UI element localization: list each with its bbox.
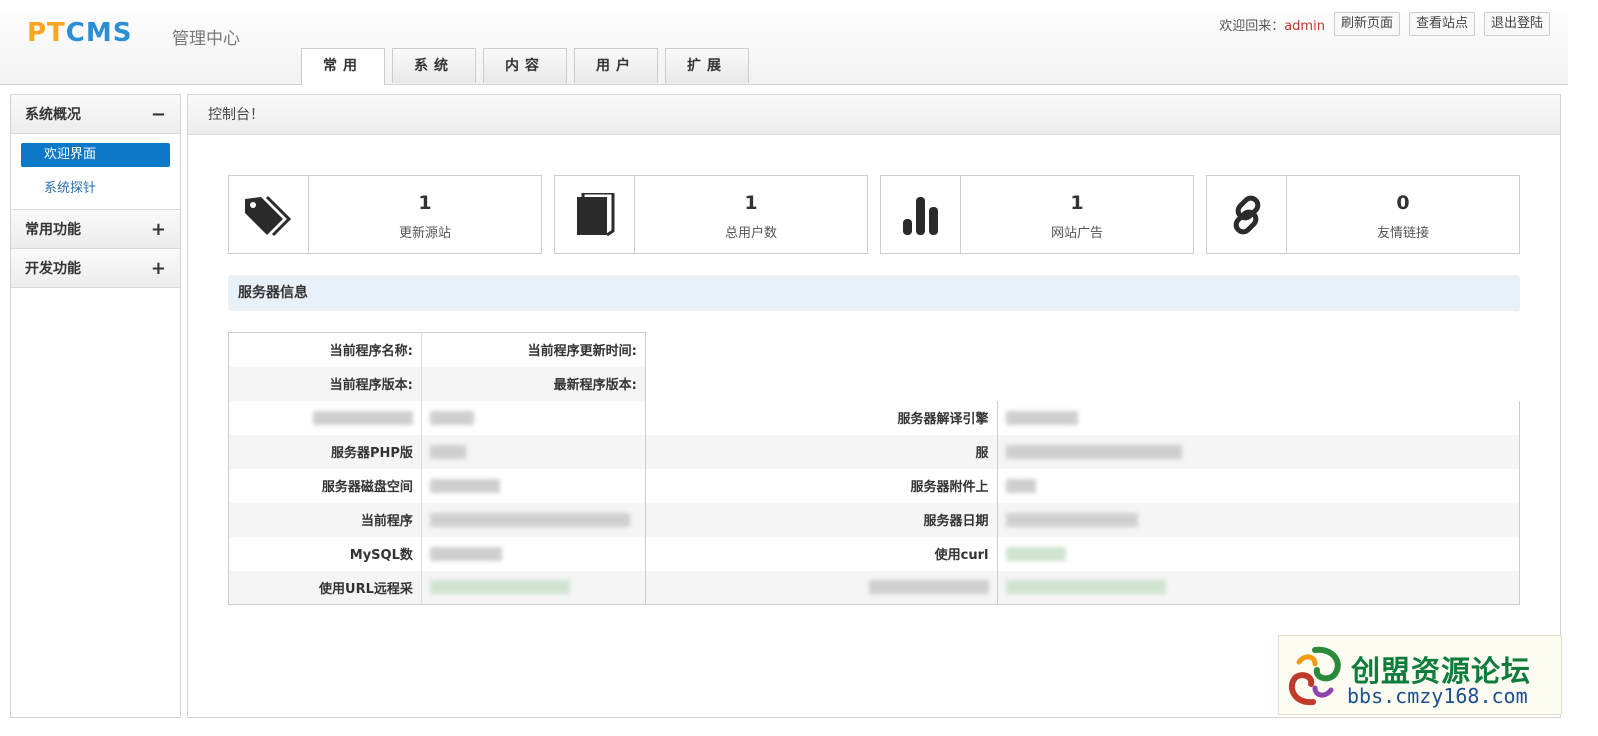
username-link[interactable]: admin	[1284, 19, 1325, 34]
swirl-logo-icon	[1288, 646, 1341, 706]
main-panel: 控制台！ 1 更新源站 1 总用户数 1 网站广告 0 友情链接 服务器信息 当…	[187, 94, 1561, 718]
server-info-table: 当前程序名称: 当前程序更新时间: 当前程序版本: 最新程序版本: 服务器解译引…	[228, 332, 1521, 605]
sidebar: 系统概况 − 欢迎界面 系统探针 常用功能 + 开发功能 +	[10, 94, 181, 718]
logo-subtitle: 管理中心	[172, 29, 240, 49]
link-icon	[1207, 176, 1287, 253]
tab-extensions[interactable]: 扩展	[665, 48, 749, 83]
sidebar-group-title: 开发功能	[25, 261, 81, 277]
welcome-text: 欢迎回来：admin	[1219, 18, 1325, 34]
book-icon	[555, 176, 635, 253]
table-row: MySQL数 使用curl	[228, 536, 1521, 571]
stat-card-links[interactable]: 0 友情链接	[1206, 175, 1520, 254]
watermark-logo: 创盟资源论坛 bbs.cmzy168.com	[1278, 635, 1562, 715]
sidebar-group-title: 系统概况	[25, 107, 81, 123]
stat-label: 友情链接	[1376, 226, 1429, 241]
tab-content[interactable]: 内容	[483, 48, 567, 83]
sidebar-group-common[interactable]: 常用功能 +	[11, 210, 180, 249]
server-info-title: 服务器信息	[228, 275, 1520, 311]
table-row: 当前程序版本: 最新程序版本:	[228, 366, 1520, 401]
sidebar-item-probe[interactable]: 系统探针	[21, 177, 170, 201]
sidebar-group-dev[interactable]: 开发功能 +	[11, 249, 180, 288]
tab-system[interactable]: 系统	[392, 48, 476, 83]
watermark-url: bbs.cmzy168.com	[1347, 684, 1528, 708]
expand-icon[interactable]: +	[151, 258, 166, 279]
stat-card-sources[interactable]: 1 更新源站	[228, 175, 542, 254]
sidebar-items: 欢迎界面 系统探针	[11, 134, 180, 210]
tag-icon	[229, 176, 309, 253]
stat-cards: 1 更新源站 1 总用户数 1 网站广告 0 友情链接	[228, 175, 1520, 254]
table-row: 当前程序 服务器日期	[228, 502, 1521, 537]
stat-card-ads[interactable]: 1 网站广告	[880, 175, 1194, 254]
table-row: 服务器磁盘空间 服务器附件上	[228, 468, 1521, 503]
stat-value: 1	[1070, 192, 1084, 214]
expand-icon[interactable]: +	[151, 219, 166, 240]
collapse-icon[interactable]: −	[151, 104, 166, 125]
sidebar-group-overview[interactable]: 系统概况 −	[11, 95, 180, 134]
stat-value: 1	[744, 192, 758, 214]
stat-card-users[interactable]: 1 总用户数	[554, 175, 868, 254]
stat-label: 网站广告	[1050, 226, 1103, 241]
top-header: PTCMS 管理中心 欢迎回来：admin 刷新页面 查看站点 退出登陆 常用 …	[0, 0, 1568, 85]
logo: PTCMS	[27, 18, 133, 48]
table-row: 当前程序名称: 当前程序更新时间:	[228, 332, 1520, 367]
refresh-page-button[interactable]: 刷新页面	[1333, 12, 1400, 36]
stat-label: 总用户数	[724, 226, 777, 241]
tab-common[interactable]: 常用	[301, 48, 385, 85]
tab-users[interactable]: 用户	[574, 48, 658, 83]
stat-value: 0	[1396, 192, 1410, 214]
table-row: 服务器解译引擎	[228, 400, 1521, 435]
stat-label: 更新源站	[398, 226, 451, 241]
bar-chart-icon	[881, 176, 961, 253]
main-tabs: 常用 系统 内容 用户 扩展	[301, 48, 749, 85]
sidebar-item-welcome[interactable]: 欢迎界面	[21, 143, 170, 167]
view-site-button[interactable]: 查看站点	[1408, 12, 1475, 36]
sidebar-group-title: 常用功能	[25, 222, 81, 238]
table-row: 使用URL远程采	[228, 570, 1521, 605]
logout-button[interactable]: 退出登陆	[1483, 12, 1550, 36]
table-row: 服务器PHP版 服	[228, 434, 1521, 469]
breadcrumb: 控制台！	[188, 95, 1560, 135]
stat-value: 1	[418, 192, 432, 214]
top-links: 欢迎回来：admin 刷新页面 查看站点 退出登陆	[1219, 12, 1550, 36]
